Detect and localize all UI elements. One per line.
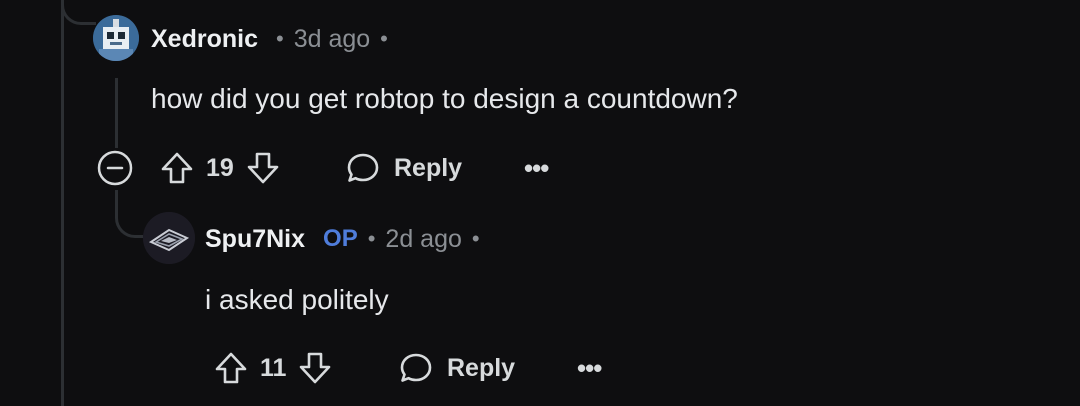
vote-count: 19: [206, 153, 234, 182]
comment-text: how did you get robtop to design a count…: [151, 83, 738, 114]
separator-dot: •: [471, 226, 480, 251]
avatar[interactable]: [93, 15, 139, 61]
reply-label: Reply: [394, 153, 463, 182]
upvote-icon: [161, 152, 193, 184]
separator-dot: •: [380, 26, 388, 51]
more-icon: •••: [524, 152, 549, 183]
more-options-button[interactable]: •••: [524, 152, 549, 184]
upvote-icon: [215, 352, 247, 384]
downvote-icon: [247, 152, 279, 184]
reply-button[interactable]: Reply: [399, 350, 515, 386]
vote-count: 11: [260, 353, 287, 382]
timestamp: 2d ago: [385, 224, 462, 253]
username[interactable]: Xedronic: [151, 25, 258, 54]
chat-bubble-icon: [400, 353, 432, 382]
collapse-icon: [97, 150, 133, 186]
vote-group: 11: [214, 350, 332, 386]
separator-dot: •: [275, 26, 284, 51]
timestamp: 3d ago: [293, 24, 371, 53]
upvote-button[interactable]: [160, 151, 194, 185]
avatar[interactable]: [143, 212, 195, 264]
thread-curve-top: [61, 0, 96, 25]
collapse-button[interactable]: [97, 150, 133, 186]
comment-meta: Spu7Nix OP • 2d ago •: [205, 222, 490, 256]
thread-line-outer: [61, 0, 64, 406]
more-options-button[interactable]: •••: [577, 352, 602, 384]
reply-button[interactable]: Reply: [346, 150, 462, 186]
thread-curve-reply: [115, 190, 143, 238]
downvote-icon: [300, 352, 331, 384]
downvote-button[interactable]: [298, 351, 332, 385]
comment-meta: Xedronic • 3d ago •: [151, 22, 398, 56]
thread-line-comment: [115, 78, 118, 148]
reply-label: Reply: [447, 353, 516, 382]
separator-dot: •: [367, 226, 376, 251]
op-badge: OP: [323, 225, 358, 252]
username[interactable]: Spu7Nix: [205, 225, 305, 254]
upvote-button[interactable]: [214, 351, 248, 385]
downvote-button[interactable]: [246, 151, 280, 185]
vote-group: 19: [160, 150, 280, 186]
more-icon: •••: [577, 352, 602, 383]
chat-bubble-icon: [347, 153, 379, 182]
comment-text: i asked politely: [205, 284, 389, 315]
